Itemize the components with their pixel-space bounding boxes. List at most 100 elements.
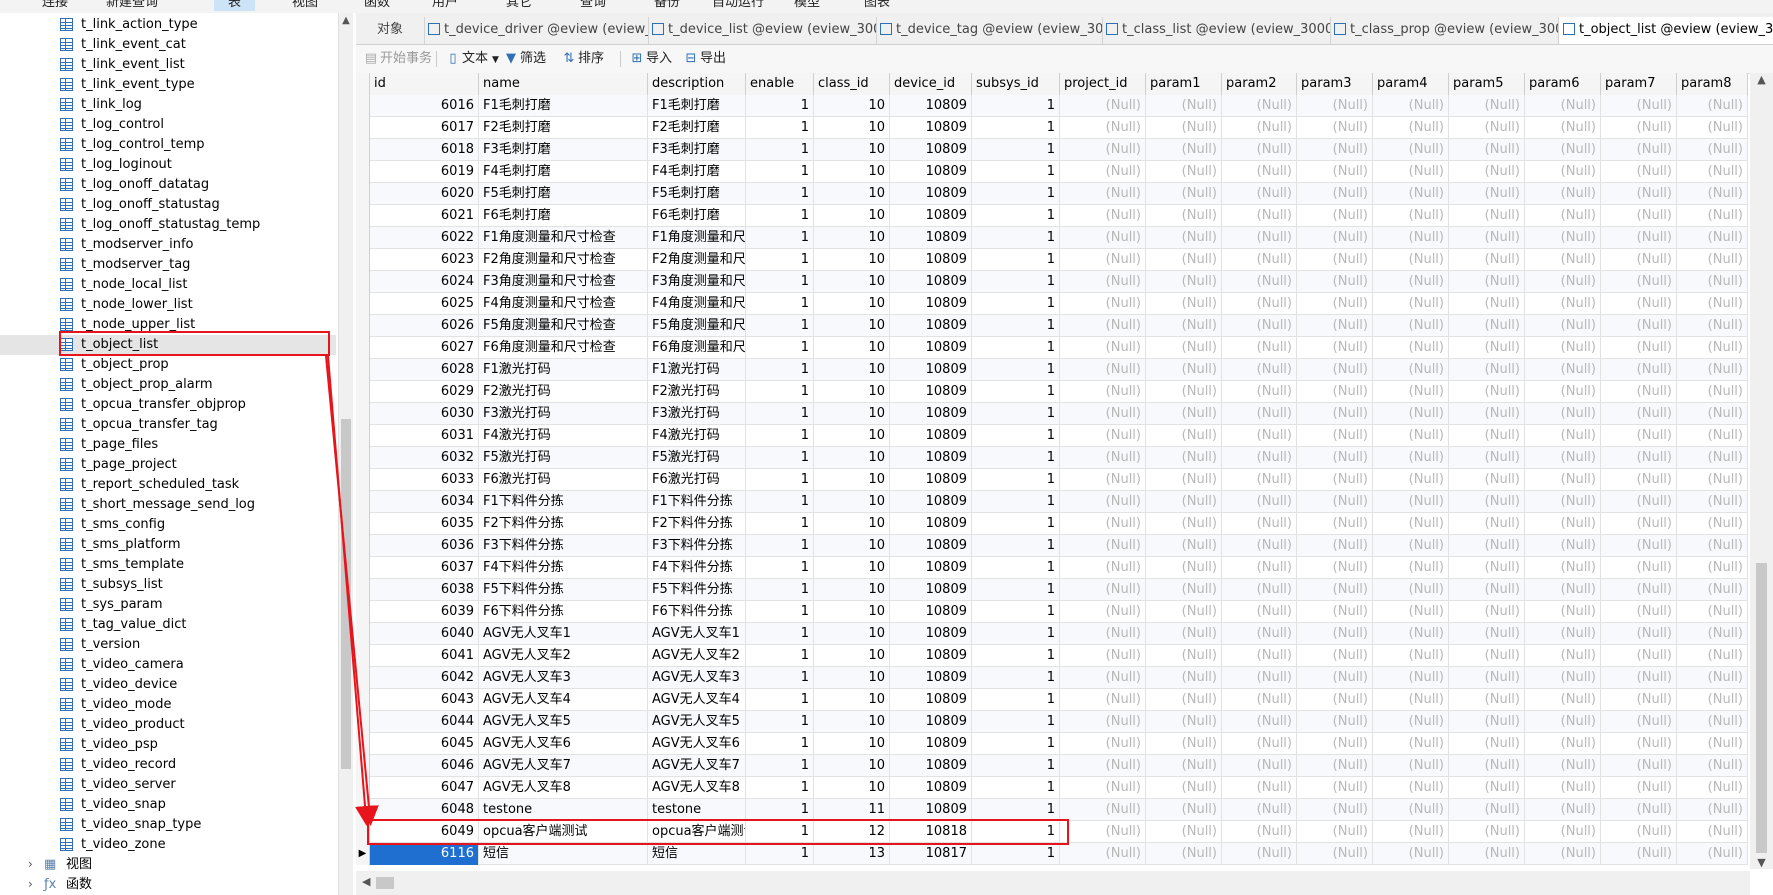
table-row[interactable]: 6019 F4毛刺打磨 F4毛刺打磨 1 10 10809 1 (Null) (Null) (Nu… (356, 161, 1748, 183)
cell-param4[interactable]: (Null) (1373, 139, 1449, 161)
cell-param2[interactable]: (Null) (1222, 557, 1297, 579)
cell-param7[interactable]: (Null) (1601, 403, 1677, 425)
cell-name[interactable]: F3激光打码 (479, 403, 648, 425)
table-row[interactable]: 6033 F6激光打码 F6激光打码 1 10 10809 1 (Null) (Null) (Nu… (356, 469, 1748, 491)
cell-subsys_id[interactable]: 1 (972, 535, 1060, 557)
cell-subsys_id[interactable]: 1 (972, 711, 1060, 733)
sidebar-item-table[interactable]: t_report_scheduled_task (60, 475, 330, 495)
cell-subsys_id[interactable]: 1 (972, 293, 1060, 315)
cell-description[interactable]: AGV无人叉车2 (648, 645, 746, 667)
table-row[interactable]: 6042 AGV无人叉车3 AGV无人叉车3 1 10 10809 1 (Null) (Null… (356, 667, 1748, 689)
cell-description[interactable]: F2角度测量和尺寸 (648, 249, 746, 271)
table-row[interactable]: 6023F2角度测量和尺寸检查F2角度测量和尺寸110108091(Null)(… (356, 249, 1748, 271)
cell-subsys_id[interactable]: 1 (972, 271, 1060, 293)
sidebar-item-table[interactable]: t_node_upper_list (60, 315, 330, 335)
cell-project_id[interactable]: (Null) (1060, 667, 1146, 689)
tab-5[interactable]: t_class_prop @eview (eview_300... (1330, 17, 1559, 44)
cell-subsys_id[interactable]: 1 (972, 205, 1060, 227)
cell-param6[interactable]: (Null) (1525, 777, 1601, 799)
cell-param5[interactable]: (Null) (1449, 645, 1525, 667)
cell-param2[interactable]: (Null) (1222, 645, 1297, 667)
row-marker[interactable] (356, 777, 370, 799)
cell-enable[interactable]: 1 (746, 447, 814, 469)
cell-subsys_id[interactable]: 1 (972, 359, 1060, 381)
cell-id[interactable]: 6024 (370, 271, 479, 293)
cell-param8[interactable]: (Null) (1677, 579, 1748, 601)
cell-id[interactable]: 6043 (370, 689, 479, 711)
row-marker[interactable] (356, 513, 370, 535)
cell-subsys_id[interactable]: 1 (972, 117, 1060, 139)
cell-name[interactable]: AGV无人叉车8 (479, 777, 648, 799)
cell-subsys_id[interactable]: 1 (972, 623, 1060, 645)
row-marker[interactable] (356, 447, 370, 469)
cell-description[interactable]: F5激光打码 (648, 447, 746, 469)
cell-param3[interactable]: (Null) (1297, 205, 1373, 227)
cell-description[interactable]: F4下料件分拣 (648, 557, 746, 579)
cell-device_id[interactable]: 10809 (890, 733, 972, 755)
cell-param4[interactable]: (Null) (1373, 359, 1449, 381)
sidebar-item-table[interactable]: t_video_snap_type (60, 815, 330, 835)
row-marker[interactable] (356, 711, 370, 733)
cell-param3[interactable]: (Null) (1297, 337, 1373, 359)
cell-class_id[interactable]: 10 (814, 645, 890, 667)
cell-param3[interactable]: (Null) (1297, 579, 1373, 601)
cell-param5[interactable]: (Null) (1449, 469, 1525, 491)
column-header-param1[interactable]: param1 (1146, 73, 1222, 95)
cell-param8[interactable]: (Null) (1677, 557, 1748, 579)
row-marker[interactable] (356, 821, 370, 843)
cell-param2[interactable]: (Null) (1222, 249, 1297, 271)
cell-param4[interactable]: (Null) (1373, 711, 1449, 733)
cell-param2[interactable]: (Null) (1222, 469, 1297, 491)
cell-param5[interactable]: (Null) (1449, 271, 1525, 293)
cell-enable[interactable]: 1 (746, 579, 814, 601)
cell-param3[interactable]: (Null) (1297, 623, 1373, 645)
cell-description[interactable]: AGV无人叉车1 (648, 623, 746, 645)
cell-enable[interactable]: 1 (746, 667, 814, 689)
cell-enable[interactable]: 1 (746, 689, 814, 711)
cell-enable[interactable]: 1 (746, 799, 814, 821)
cell-param8[interactable]: (Null) (1677, 491, 1748, 513)
row-marker[interactable] (356, 271, 370, 293)
cell-param5[interactable]: (Null) (1449, 535, 1525, 557)
cell-param7[interactable]: (Null) (1601, 381, 1677, 403)
cell-param5[interactable]: (Null) (1449, 513, 1525, 535)
menu-item[interactable]: 视图 (278, 0, 332, 11)
sidebar-item-table[interactable]: t_node_local_list (60, 275, 330, 295)
cell-param7[interactable]: (Null) (1601, 249, 1677, 271)
cell-project_id[interactable]: (Null) (1060, 139, 1146, 161)
sidebar-item-table[interactable]: t_video_zone (60, 835, 330, 855)
row-marker[interactable] (356, 249, 370, 271)
cell-class_id[interactable]: 10 (814, 117, 890, 139)
cell-param8[interactable]: (Null) (1677, 843, 1748, 865)
cell-param7[interactable]: (Null) (1601, 447, 1677, 469)
cell-subsys_id[interactable]: 1 (972, 425, 1060, 447)
cell-param6[interactable]: (Null) (1525, 513, 1601, 535)
cell-param1[interactable]: (Null) (1146, 95, 1222, 117)
cell-param7[interactable]: (Null) (1601, 623, 1677, 645)
column-header-id[interactable]: id (370, 73, 479, 95)
cell-subsys_id[interactable]: 1 (972, 227, 1060, 249)
sidebar-item-table[interactable]: t_link_event_type (60, 75, 330, 95)
cell-param7[interactable]: (Null) (1601, 711, 1677, 733)
cell-class_id[interactable]: 10 (814, 95, 890, 117)
cell-description[interactable]: F3激光打码 (648, 403, 746, 425)
cell-param6[interactable]: (Null) (1525, 601, 1601, 623)
cell-name[interactable]: F1毛刺打磨 (479, 95, 648, 117)
cell-subsys_id[interactable]: 1 (972, 821, 1060, 843)
cell-param3[interactable]: (Null) (1297, 645, 1373, 667)
sidebar-item-table[interactable]: t_sms_template (60, 555, 330, 575)
cell-project_id[interactable]: (Null) (1060, 425, 1146, 447)
cell-device_id[interactable]: 10809 (890, 755, 972, 777)
cell-param1[interactable]: (Null) (1146, 425, 1222, 447)
sidebar-item-table[interactable]: t_sms_platform (60, 535, 330, 555)
cell-param6[interactable]: (Null) (1525, 799, 1601, 821)
sidebar-item-table[interactable]: t_sms_config (60, 515, 330, 535)
cell-name[interactable]: F2角度测量和尺寸检查 (479, 249, 648, 271)
cell-project_id[interactable]: (Null) (1060, 799, 1146, 821)
sidebar-folder[interactable]: › ▦ 视图 (28, 855, 328, 875)
cell-description[interactable]: AGV无人叉车3 (648, 667, 746, 689)
cell-param6[interactable]: (Null) (1525, 689, 1601, 711)
cell-name[interactable]: F3毛刺打磨 (479, 139, 648, 161)
menu-item[interactable]: 新建查询 (92, 0, 172, 11)
table-row[interactable]: 6037 F4下料件分拣 F4下料件分拣 1 10 10809 1 (Null) (Null)(… (356, 557, 1748, 579)
